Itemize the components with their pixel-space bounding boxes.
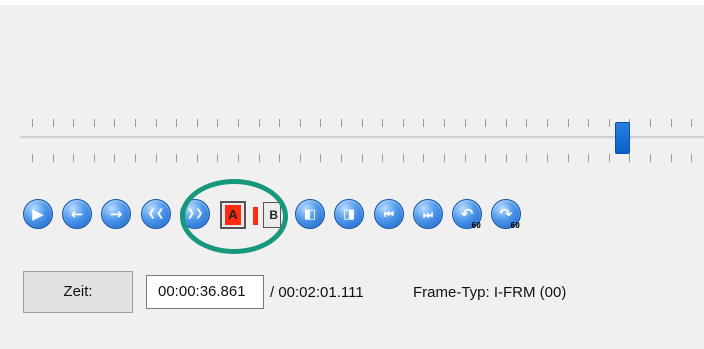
timeline-tick (238, 154, 239, 162)
timeline-tick (114, 119, 116, 127)
timeline-tick (526, 119, 528, 127)
timeline-tick (691, 119, 693, 127)
timeline-tick (588, 119, 590, 127)
timeline-tick (567, 154, 569, 162)
timeline-tick (196, 154, 198, 162)
timeline-tick (547, 119, 548, 127)
timeline-tick (650, 154, 651, 162)
timeline-tick (32, 119, 33, 127)
timeline-tick (341, 119, 342, 127)
timeline-tick (320, 119, 322, 127)
timeline-tick (135, 119, 136, 127)
timeline-tick (361, 154, 363, 162)
forward-60-label: 60 (510, 221, 520, 230)
timeline-tick (402, 119, 404, 127)
timeline-tick (691, 154, 693, 162)
timeline-tick (444, 154, 445, 162)
timeline-tick (279, 119, 281, 127)
timeline-tick (299, 119, 301, 127)
timeline-tick (464, 154, 466, 162)
prev-frame-icon: ← (70, 204, 84, 223)
play-button[interactable]: ▶ (23, 199, 53, 229)
current-time-field[interactable]: 00:00:36.861 (146, 275, 264, 309)
forward-60-icon: ↷ (499, 204, 513, 223)
timeline-tick (155, 119, 157, 127)
top-edge (0, 0, 704, 5)
timeline-tick (93, 119, 95, 127)
timeline-slider-thumb[interactable] (615, 122, 630, 154)
timeline-track[interactable] (20, 136, 704, 140)
timeline-tick (176, 119, 178, 127)
timeline-tick (464, 119, 466, 127)
timeline-tick (608, 154, 610, 162)
timeline-tick (567, 119, 569, 127)
back-60-icon: ↶ (460, 204, 474, 223)
timeline-tick (444, 119, 445, 127)
timeline-tick (402, 154, 404, 162)
timeline-tick (505, 119, 507, 127)
timeline-tick (526, 154, 528, 162)
timeline-tick (299, 154, 301, 162)
frame-type-label: Frame-Typ: I-FRM (00) (413, 284, 567, 301)
zeit-button[interactable]: Zeit: (23, 271, 133, 313)
timeline-tick (32, 154, 33, 162)
next-frame-button[interactable]: → (101, 199, 131, 229)
rewind-icon: ❮❮ (147, 208, 165, 219)
total-time-label: / 00:02:01.111 (270, 284, 364, 301)
timeline-tick (361, 119, 363, 127)
timeline-tick (238, 119, 239, 127)
timeline-tick (320, 154, 322, 162)
timeline-tick (382, 154, 384, 162)
player-panel: ▶ ← → ❮❮ ❯❯ A B ◧ ◨ ⏮ ⏭ ↶ 60 ↷ 60 Zeit: … (0, 0, 704, 349)
goto-start-marker-icon: ◧ (303, 206, 317, 222)
timeline-ticks-top (20, 119, 704, 129)
prev-keyframe-button[interactable]: ⏮ (374, 199, 404, 229)
prev-frame-button[interactable]: ← (62, 199, 92, 229)
back-60-label: 60 (471, 221, 481, 230)
timeline-tick (176, 154, 178, 162)
timeline-tick (258, 154, 260, 162)
timeline-tick (423, 154, 425, 162)
timeline-tick (650, 119, 651, 127)
timeline-tick (423, 119, 425, 127)
timeline-tick (670, 119, 672, 127)
timeline-tick (196, 119, 198, 127)
timeline-tick (608, 119, 610, 127)
timeline-tick (547, 154, 548, 162)
timeline-tick (155, 154, 157, 162)
timeline-tick (135, 154, 136, 162)
timeline-tick (217, 119, 219, 127)
timeline-tick (505, 154, 507, 162)
timeline-tick (485, 119, 487, 127)
timeline-tick (588, 154, 590, 162)
timeline-tick (629, 154, 631, 162)
next-frame-icon: → (109, 204, 123, 223)
timeline-tick (73, 154, 75, 162)
goto-start-marker-button[interactable]: ◧ (295, 199, 325, 229)
timeline-tick (279, 154, 281, 162)
timeline-tick (341, 154, 342, 162)
timeline-tick (73, 119, 75, 127)
back-60-button[interactable]: ↶ 60 (452, 199, 482, 230)
rewind-button[interactable]: ❮❮ (141, 199, 171, 229)
timeline-tick (670, 154, 672, 162)
goto-end-marker-button[interactable]: ◨ (334, 199, 364, 229)
goto-end-marker-icon: ◨ (342, 206, 356, 222)
timeline-tick (485, 154, 487, 162)
timeline-tick (382, 119, 384, 127)
timeline-tick (93, 154, 95, 162)
prev-keyframe-icon: ⏮ (384, 207, 394, 221)
highlight-circle-annotation (180, 179, 288, 254)
next-keyframe-icon: ⏭ (423, 207, 433, 221)
timeline-tick (217, 154, 219, 162)
next-keyframe-button[interactable]: ⏭ (413, 199, 443, 229)
forward-60-button[interactable]: ↷ 60 (491, 199, 521, 230)
timeline-tick (52, 119, 54, 127)
play-icon: ▶ (32, 204, 44, 223)
timeline-ticks-bottom (20, 154, 704, 164)
timeline-tick (52, 154, 54, 162)
timeline-tick (258, 119, 260, 127)
timeline-tick (114, 154, 116, 162)
